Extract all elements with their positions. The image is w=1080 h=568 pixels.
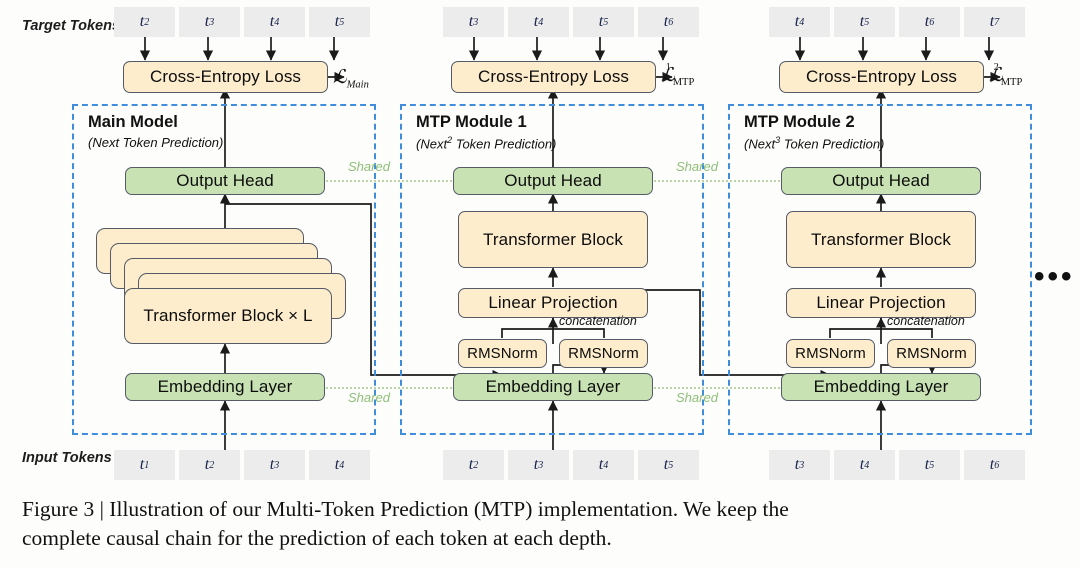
token-cell: t1 — [114, 450, 175, 480]
target-tokens-label: Target Tokens — [22, 18, 121, 34]
token-cell: t3 — [179, 7, 240, 37]
subtitle-pre: (Next — [744, 136, 776, 152]
output-head-mtp2: Output Head — [781, 167, 981, 195]
frame-subtitle-mtp2: (Next3 Token Prediction) — [744, 135, 884, 151]
token-cell: t3 — [443, 7, 504, 37]
token-cell: t4 — [244, 7, 305, 37]
cross-entropy-loss-mtp2: Cross-Entropy Loss — [779, 61, 984, 93]
loss-symbol-mtp2: ℒ2MTP — [989, 62, 1023, 89]
embedding-layer-mtp1: Embedding Layer — [453, 373, 653, 401]
subtitle-post: Token Prediction) — [780, 136, 885, 152]
input-tokens-label: Input Tokens — [22, 450, 112, 466]
token-cell: t3 — [508, 450, 569, 480]
input-token-row-mtp1: t2 t3 t4 t5 — [443, 450, 699, 480]
shared-connector-output-head-1 — [326, 180, 472, 182]
ellipsis-more-modules: ••• — [1034, 260, 1075, 293]
subtitle-post: Token Prediction) — [452, 136, 557, 152]
target-token-row-main: t2 t3 t4 t5 — [114, 7, 370, 37]
frame-subtitle-main: (Next Token Prediction) — [88, 135, 224, 150]
subtitle-pre: (Next — [416, 136, 448, 152]
figure-diagram: Target Tokens t2 t3 t4 t5 t3 t4 t5 t6 t4… — [0, 0, 1080, 490]
token-cell: t5 — [573, 7, 634, 37]
loss-symbol-main: ℒMain — [333, 67, 369, 91]
rmsnorm-right-mtp2: RMSNorm — [887, 339, 976, 368]
rmsnorm-right-mtp1: RMSNorm — [559, 339, 648, 368]
transformer-block-main-label: Transformer Block × L — [143, 306, 313, 325]
frame-title-main: Main Model — [88, 113, 178, 131]
shared-connector-embedding-2 — [654, 387, 800, 389]
shared-connector-embedding-1 — [326, 387, 472, 389]
embedding-layer-mtp2: Embedding Layer — [781, 373, 981, 401]
shared-label-embedding-1: Shared — [348, 390, 390, 405]
token-cell: t2 — [179, 450, 240, 480]
concatenation-label-mtp1: concatenation — [559, 314, 637, 328]
token-cell: t5 — [899, 450, 960, 480]
figure-caption: Figure 3 | Illustration of our Multi-Tok… — [22, 495, 1062, 553]
cross-entropy-loss-main: Cross-Entropy Loss — [123, 61, 328, 93]
shared-label-output-head-1: Shared — [348, 159, 390, 174]
transformer-block-mtp1: Transformer Block — [458, 211, 648, 268]
token-cell: t5 — [309, 7, 370, 37]
token-cell: t5 — [638, 450, 699, 480]
token-cell: t3 — [244, 450, 305, 480]
token-cell: t6 — [638, 7, 699, 37]
transformer-block-main: Transformer Block × L — [124, 288, 332, 344]
token-cell: t4 — [573, 450, 634, 480]
token-cell: t2 — [114, 7, 175, 37]
caption-line-1: Figure 3 | Illustration of our Multi-Tok… — [22, 497, 789, 521]
token-cell: t6 — [964, 450, 1025, 480]
output-head-main: Output Head — [125, 167, 325, 195]
output-head-mtp1: Output Head — [453, 167, 653, 195]
loss-symbol-mtp1: ℒ1MTP — [661, 62, 695, 89]
token-cell: t4 — [309, 450, 370, 480]
shared-label-output-head-2: Shared — [676, 159, 718, 174]
token-cell: t3 — [769, 450, 830, 480]
caption-line-2: complete causal chain for the prediction… — [22, 526, 612, 551]
rmsnorm-left-mtp1: RMSNorm — [458, 339, 547, 368]
input-token-row-main: t1 t2 t3 t4 — [114, 450, 370, 480]
token-cell: t6 — [899, 7, 960, 37]
frame-title-mtp1: MTP Module 1 — [416, 113, 527, 131]
frame-title-mtp2: MTP Module 2 — [744, 113, 855, 131]
token-cell: t7 — [964, 7, 1025, 37]
target-token-row-mtp1: t3 t4 t5 t6 — [443, 7, 699, 37]
transformer-block-mtp2: Transformer Block — [786, 211, 976, 268]
rmsnorm-left-mtp2: RMSNorm — [786, 339, 875, 368]
frame-subtitle-mtp1: (Next2 Token Prediction) — [416, 135, 556, 151]
shared-connector-output-head-2 — [654, 180, 800, 182]
target-token-row-mtp2: t4 t5 t6 t7 — [769, 7, 1025, 37]
input-token-row-mtp2: t3 t4 t5 t6 — [769, 450, 1025, 480]
token-cell: t4 — [834, 450, 895, 480]
embedding-layer-main: Embedding Layer — [125, 373, 325, 401]
cross-entropy-loss-mtp1: Cross-Entropy Loss — [451, 61, 656, 93]
token-cell: t4 — [508, 7, 569, 37]
concatenation-label-mtp2: concatenation — [887, 314, 965, 328]
token-cell: t5 — [834, 7, 895, 37]
token-cell: t4 — [769, 7, 830, 37]
shared-label-embedding-2: Shared — [676, 390, 718, 405]
token-cell: t2 — [443, 450, 504, 480]
